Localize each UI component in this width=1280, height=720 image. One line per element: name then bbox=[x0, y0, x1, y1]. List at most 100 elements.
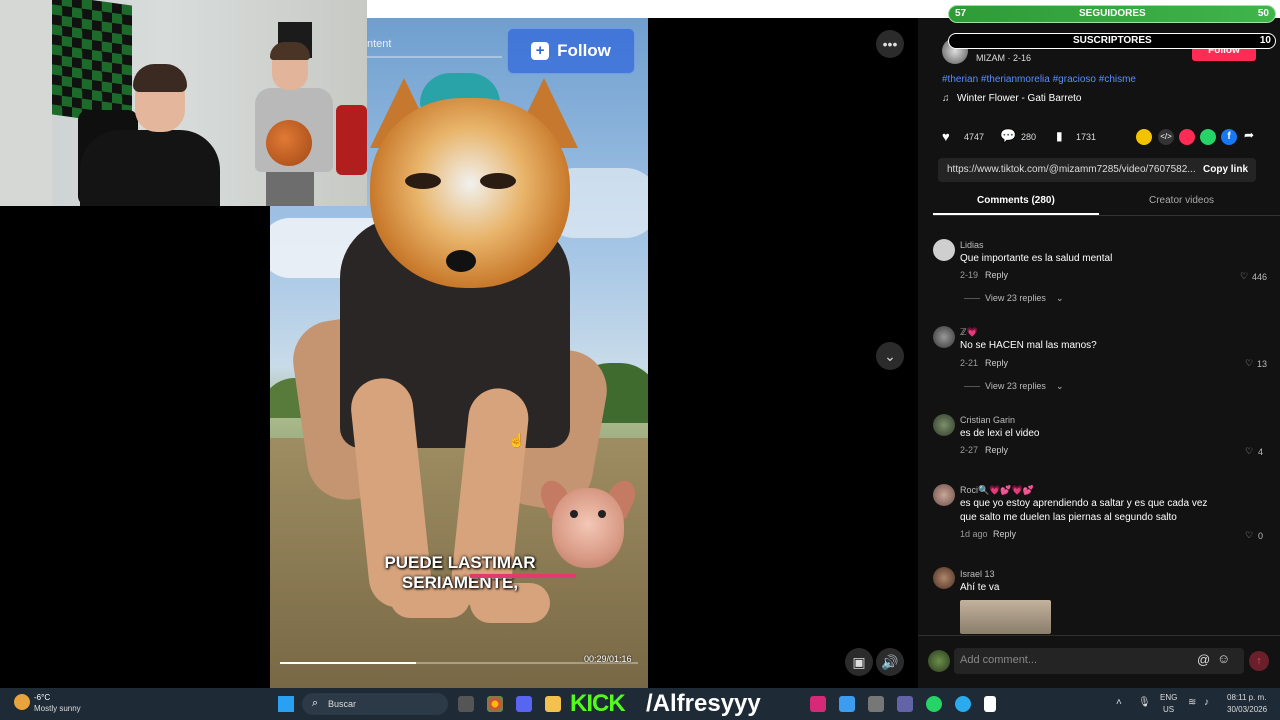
comment-text: Ahí te va bbox=[960, 582, 1000, 593]
chevron-down-icon[interactable]: ⌄ bbox=[1056, 381, 1064, 392]
view-replies-button[interactable]: View 23 replies bbox=[985, 293, 1046, 303]
mention-icon[interactable]: @ bbox=[1197, 652, 1210, 667]
music-title[interactable]: Winter Flower - Gati Barreto bbox=[957, 93, 1081, 104]
heart-outline-icon[interactable]: ♡ bbox=[1245, 446, 1253, 457]
comment-avatar[interactable] bbox=[933, 567, 955, 589]
video-follow-button[interactable]: + Follow bbox=[507, 28, 635, 74]
chevron-up-icon[interactable]: ˄ bbox=[1116, 697, 1122, 708]
subtitle-highlight bbox=[470, 574, 576, 578]
comment-user[interactable]: Cristian Garin bbox=[960, 415, 1015, 425]
weather-temp: -6°C bbox=[34, 693, 51, 702]
comment-avatar[interactable] bbox=[933, 239, 955, 261]
taskbar-search[interactable] bbox=[302, 693, 448, 715]
fox-nose bbox=[446, 250, 476, 272]
music-note-icon: ♫ bbox=[942, 93, 950, 104]
comments-count: 280 bbox=[1021, 132, 1037, 142]
follow-label: Follow bbox=[557, 41, 611, 60]
comment-user[interactable]: Roci🔍💗💕💗💕 bbox=[960, 485, 1034, 496]
kick-logo: KICK bbox=[570, 690, 626, 717]
heart-outline-icon[interactable]: ♡ bbox=[1245, 358, 1253, 369]
copy-link-button[interactable]: Copy link bbox=[1203, 164, 1248, 175]
reply-button[interactable]: Reply bbox=[985, 270, 1008, 280]
view-replies-button[interactable]: View 23 replies bbox=[985, 381, 1046, 391]
heart-icon[interactable]: ♥ bbox=[942, 129, 950, 144]
discord-icon[interactable] bbox=[516, 696, 532, 712]
red-chair bbox=[336, 105, 367, 175]
share-icon[interactable]: ➦ bbox=[1244, 128, 1254, 142]
heart-outline-icon[interactable]: ♡ bbox=[1240, 271, 1248, 282]
tab-creator-videos[interactable]: Creator videos bbox=[1149, 195, 1214, 206]
streamer-body bbox=[80, 130, 220, 206]
start-icon[interactable] bbox=[278, 696, 294, 712]
followers-goal-bar: 57 SEGUIDORES 50 bbox=[948, 5, 1276, 23]
acoustic-foam bbox=[52, 0, 132, 126]
child-legs bbox=[266, 170, 314, 206]
facebook-icon[interactable]: f bbox=[1221, 129, 1237, 145]
comment-image[interactable] bbox=[960, 600, 1051, 634]
video-link[interactable]: https://www.tiktok.com/@mizamm7285/video… bbox=[947, 164, 1195, 175]
kick-username: /Alfresyyy bbox=[646, 690, 761, 717]
bookmark-icon[interactable]: ▮ bbox=[1056, 129, 1063, 143]
streamer-hair bbox=[133, 64, 187, 92]
clock-date[interactable]: 30/03/2026 bbox=[1227, 705, 1267, 714]
reply-button[interactable]: Reply bbox=[993, 529, 1016, 539]
tabs-divider bbox=[933, 215, 1280, 216]
file-explorer-icon[interactable] bbox=[545, 696, 561, 712]
plus-icon: + bbox=[531, 42, 550, 60]
document-icon[interactable] bbox=[984, 696, 996, 712]
mouse-cursor-icon: ☝ bbox=[508, 432, 526, 448]
heart-outline-icon[interactable]: ♡ bbox=[1245, 530, 1253, 541]
send-comment-icon[interactable]: ↑ bbox=[1249, 651, 1269, 671]
comment-icon[interactable]: 💬 bbox=[1000, 128, 1016, 144]
comment-likes: 4 bbox=[1258, 447, 1264, 457]
content-tab-label[interactable]: ntent bbox=[367, 38, 391, 50]
comment-text: es que yo estoy aprendiendo a saltar y e… bbox=[960, 498, 1208, 509]
embed-icon[interactable]: </> bbox=[1158, 129, 1174, 145]
comment-user[interactable]: Lidias bbox=[960, 240, 984, 250]
volume-icon[interactable]: 🔊 bbox=[876, 648, 904, 676]
mic-icon[interactable]: 🎙 bbox=[1138, 697, 1151, 708]
store-icon[interactable] bbox=[868, 696, 884, 712]
replies-divider bbox=[964, 386, 980, 387]
telegram-icon[interactable] bbox=[955, 696, 971, 712]
comment-avatar[interactable] bbox=[933, 484, 955, 506]
chrome-icon[interactable] bbox=[487, 696, 503, 712]
chevron-down-icon[interactable]: ⌄ bbox=[1056, 293, 1064, 304]
user-avatar[interactable] bbox=[928, 650, 950, 672]
coin-icon[interactable] bbox=[1136, 129, 1152, 145]
chevron-down-icon[interactable]: ⌄ bbox=[876, 342, 904, 370]
replies-divider bbox=[964, 298, 980, 299]
send-icon[interactable] bbox=[1179, 129, 1195, 145]
comments-panel: mizamm7285 MIZAM · 2-16 Follow #therian … bbox=[918, 18, 1280, 688]
wifi-icon[interactable]: ≋ bbox=[1188, 697, 1196, 708]
clock-time[interactable]: 08:11 p. m. bbox=[1227, 693, 1266, 702]
lang-region[interactable]: US bbox=[1163, 705, 1174, 714]
whatsapp-taskbar-icon[interactable] bbox=[926, 696, 942, 712]
task-view-icon[interactable] bbox=[458, 696, 474, 712]
content-tab-underline bbox=[362, 56, 502, 58]
comment-avatar[interactable] bbox=[933, 414, 955, 436]
speaker-icon[interactable]: ♪ bbox=[1204, 697, 1209, 708]
tab-comments[interactable]: Comments (280) bbox=[977, 195, 1055, 206]
reply-button[interactable]: Reply bbox=[985, 358, 1008, 368]
fox-eye bbox=[405, 173, 441, 189]
post-hashtags[interactable]: #therian #therianmorelia #gracioso #chis… bbox=[942, 74, 1136, 85]
whatsapp-icon[interactable] bbox=[1200, 129, 1216, 145]
comment-avatar[interactable] bbox=[933, 326, 955, 348]
teams-icon[interactable] bbox=[897, 696, 913, 712]
comment-user[interactable]: Israel 13 bbox=[960, 569, 995, 579]
weather-icon[interactable] bbox=[14, 694, 30, 710]
comment-likes: 13 bbox=[1257, 359, 1268, 369]
emoji-icon[interactable]: ☺ bbox=[1217, 651, 1230, 666]
app-icon[interactable] bbox=[839, 696, 855, 712]
comment-user[interactable]: ℤ💗 bbox=[960, 327, 978, 338]
miniplayer-icon[interactable]: ▣ bbox=[845, 648, 873, 676]
instagram-icon[interactable] bbox=[810, 696, 826, 712]
more-options-icon[interactable]: ••• bbox=[876, 30, 904, 58]
comment-text-line2: que salto me duelen las piernas al segun… bbox=[960, 512, 1177, 523]
lang-code[interactable]: ENG bbox=[1160, 693, 1177, 702]
comment-text: es de lexi el video bbox=[960, 428, 1040, 439]
comment-text: Que importante es la salud mental bbox=[960, 253, 1113, 264]
reply-button[interactable]: Reply bbox=[985, 445, 1008, 455]
basketball bbox=[266, 120, 312, 166]
